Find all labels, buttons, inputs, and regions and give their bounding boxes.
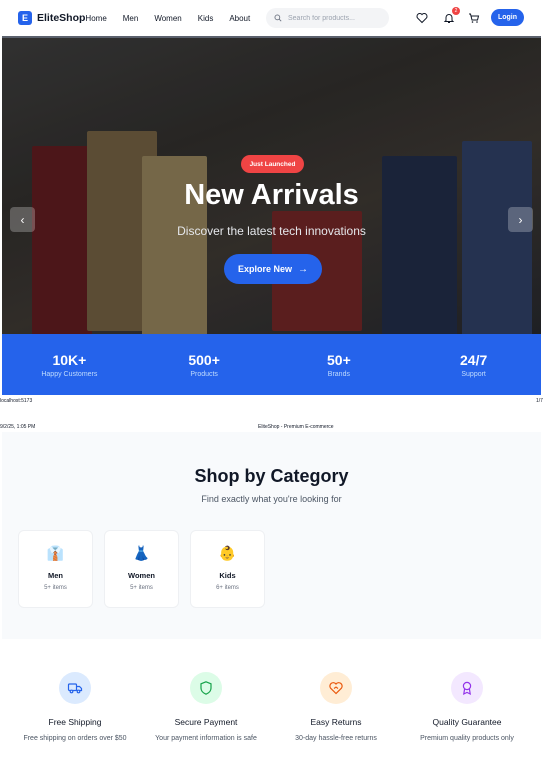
feature-desc: Premium quality products only <box>420 735 514 742</box>
hero-subtitle: Discover the latest tech innovations <box>177 224 366 238</box>
feature-title: Easy Returns <box>310 717 362 727</box>
stat-value: 10K+ <box>52 351 87 368</box>
feature-secure-payment: Secure Payment Your payment information … <box>146 672 266 744</box>
stat-label: Brands <box>327 370 350 378</box>
logo-icon[interactable]: E <box>18 11 32 25</box>
print-footer-page: 1/7 <box>536 398 543 404</box>
shield-icon <box>190 672 222 704</box>
heart-icon[interactable] <box>416 12 428 24</box>
stat-customers: 10K+ Happy Customers <box>2 334 137 395</box>
category-section: Shop by Category Find exactly what you'r… <box>2 432 541 639</box>
feature-quality-guarantee: Quality Guarantee Premium quality produc… <box>407 672 527 744</box>
feature-easy-returns: Easy Returns 30-day hassle-free returns <box>276 672 396 744</box>
dress-icon: 👗 <box>132 545 151 561</box>
carousel-next-button[interactable]: › <box>508 207 533 232</box>
chevron-left-icon: ‹ <box>20 212 25 227</box>
category-title: Shop by Category <box>194 466 349 486</box>
hero-carousel: Just Launched New Arrivals Discover the … <box>2 36 541 334</box>
feature-desc: Free shipping on orders over $50 <box>23 735 127 742</box>
category-count: 5+ items <box>130 585 153 591</box>
category-card-men[interactable]: 👔 Men 5+ items <box>18 530 93 608</box>
print-footer-url: localhost:5173 <box>0 398 33 404</box>
stat-value: 24/7 <box>460 351 488 368</box>
nav-link-women[interactable]: Women <box>154 14 181 23</box>
truck-icon <box>59 672 91 704</box>
category-name: Women <box>128 571 155 580</box>
nav-link-about[interactable]: About <box>229 14 250 23</box>
stat-value: 50+ <box>327 351 351 368</box>
nav-links: Home Men Women Kids About <box>85 14 266 23</box>
baby-icon: 👶 <box>218 545 237 561</box>
award-icon <box>451 672 483 704</box>
stat-brands: 50+ Brands <box>272 334 407 395</box>
feature-title: Quality Guarantee <box>432 717 502 727</box>
category-card-women[interactable]: 👗 Women 5+ items <box>104 530 179 608</box>
cart-icon[interactable] <box>468 12 480 24</box>
nav-link-kids[interactable]: Kids <box>198 14 214 23</box>
stat-value: 500+ <box>188 351 220 368</box>
category-count: 5+ items <box>44 585 67 591</box>
stat-products: 500+ Products <box>137 334 272 395</box>
notification-badge: 2 <box>452 7 460 15</box>
nav-link-home[interactable]: Home <box>85 14 106 23</box>
login-button[interactable]: Login <box>491 9 524 26</box>
category-subtitle: Find exactly what you're looking for <box>201 494 342 504</box>
print-header-datetime: 9/2/25, 1:05 PM <box>0 424 36 430</box>
category-name: Kids <box>219 571 236 580</box>
heart-return-icon <box>320 672 352 704</box>
feature-desc: Your payment information is safe <box>155 735 257 742</box>
carousel-prev-button[interactable]: ‹ <box>10 207 35 232</box>
feature-title: Free Shipping <box>48 717 102 727</box>
print-header-title: EliteShop - Premium E-commerce <box>258 424 334 430</box>
hero-badge: Just Launched <box>241 155 304 173</box>
arrow-right-icon: → <box>298 263 309 275</box>
stats-bar: 10K+ Happy Customers 500+ Products 50+ B… <box>2 334 541 395</box>
nav-link-men[interactable]: Men <box>123 14 139 23</box>
search-input[interactable] <box>288 14 383 22</box>
stat-support: 24/7 Support <box>406 334 541 395</box>
category-name: Men <box>48 571 63 580</box>
explore-new-button[interactable]: Explore New → <box>224 254 322 284</box>
explore-new-label: Explore New <box>237 264 293 274</box>
brand-name[interactable]: EliteShop <box>37 12 85 24</box>
feature-desc: 30-day hassle-free returns <box>295 735 377 742</box>
hero-title: New Arrivals <box>184 179 359 211</box>
feature-title: Secure Payment <box>174 717 238 727</box>
search-icon <box>274 14 282 22</box>
feature-free-shipping: Free Shipping Free shipping on orders ov… <box>15 672 135 744</box>
stat-label: Happy Customers <box>41 370 98 378</box>
stat-label: Products <box>190 370 218 378</box>
chevron-right-icon: › <box>518 212 523 227</box>
stat-label: Support <box>461 370 486 378</box>
shirt-icon: 👔 <box>46 545 65 561</box>
category-card-kids[interactable]: 👶 Kids 6+ items <box>190 530 265 608</box>
search-box[interactable] <box>266 8 389 28</box>
category-count: 6+ items <box>216 585 239 591</box>
